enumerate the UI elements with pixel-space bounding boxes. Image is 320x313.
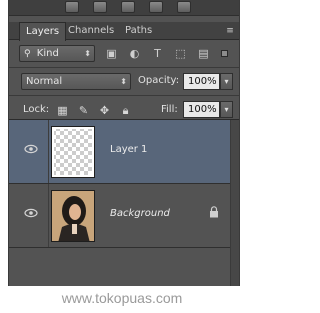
eye-icon[interactable] — [24, 144, 38, 154]
panel-menu-icon[interactable]: ≡ — [224, 25, 236, 37]
layer-name[interactable]: Layer 1 — [110, 144, 147, 155]
lock-label: Lock: — [23, 104, 50, 115]
tool-options-strip — [9, 0, 239, 16]
tool-button[interactable] — [65, 1, 79, 13]
layer-thumbnail[interactable] — [51, 126, 95, 178]
blend-mode-select[interactable]: Normal ⬍ — [21, 73, 131, 90]
divider — [9, 95, 239, 96]
lock-all-icon[interactable]: 🔒︎ — [119, 104, 132, 117]
watermark-text: www.tokopuas.com — [61, 290, 183, 306]
portrait-photo — [52, 191, 94, 241]
opacity-dropdown-button[interactable]: ▾ — [220, 73, 233, 90]
filter-toggle[interactable] — [221, 50, 228, 57]
tool-button[interactable] — [177, 1, 191, 13]
layers-scrollbar[interactable] — [230, 120, 239, 286]
tool-button[interactable] — [149, 1, 163, 13]
lock-transparent-pixels-icon[interactable]: ▦ — [56, 104, 69, 117]
tab-channels[interactable]: Channels — [62, 22, 120, 40]
search-icon: ⚲ — [24, 49, 31, 59]
screenshot-frame: Layers Channels Paths ≡ ⚲ Kind ⬍ ▣ ◐ T ⬚… — [0, 0, 244, 313]
layer-thumbnail[interactable] — [51, 190, 95, 242]
layer-row[interactable]: Layer 1 — [9, 120, 239, 184]
tool-button[interactable] — [93, 1, 107, 13]
lock-position-icon[interactable]: ✥ — [98, 104, 111, 117]
fill-label: Fill: — [161, 104, 178, 115]
image-filter-icon[interactable]: ▣ — [105, 48, 118, 60]
adjustment-filter-icon[interactable]: ◐ — [128, 48, 141, 60]
layers-list: Layer 1 Background — [9, 119, 239, 286]
eye-icon[interactable] — [24, 208, 38, 218]
opacity-label: Opacity: — [138, 75, 180, 86]
fill-input[interactable]: 100% — [183, 101, 220, 118]
layer-row[interactable]: Background — [9, 184, 239, 248]
filter-kind-select[interactable]: ⚲ Kind ⬍ — [19, 45, 95, 62]
panel-tab-bar: Layers Channels Paths ≡ — [9, 22, 239, 41]
tab-layers[interactable]: Layers — [19, 22, 67, 41]
shape-filter-icon[interactable]: ⬚ — [174, 48, 187, 60]
fill-dropdown-button[interactable]: ▾ — [220, 101, 233, 118]
smart-object-filter-icon[interactable]: ▤ — [197, 48, 210, 60]
tool-button[interactable] — [121, 1, 135, 13]
lock-icon — [209, 206, 219, 218]
filter-kind-label: Kind — [36, 48, 59, 59]
lock-image-pixels-icon[interactable]: ✎ — [77, 104, 90, 117]
tab-paths[interactable]: Paths — [119, 22, 158, 40]
blend-mode-value: Normal — [26, 76, 63, 87]
type-filter-icon[interactable]: T — [151, 48, 164, 60]
layer-name[interactable]: Background — [110, 208, 170, 219]
opacity-input[interactable]: 100% — [183, 73, 220, 90]
layers-panel: Layers Channels Paths ≡ ⚲ Kind ⬍ ▣ ◐ T ⬚… — [8, 0, 240, 286]
divider — [9, 67, 239, 68]
chevron-updown-icon: ⬍ — [84, 49, 91, 58]
chevron-updown-icon: ⬍ — [120, 77, 127, 86]
